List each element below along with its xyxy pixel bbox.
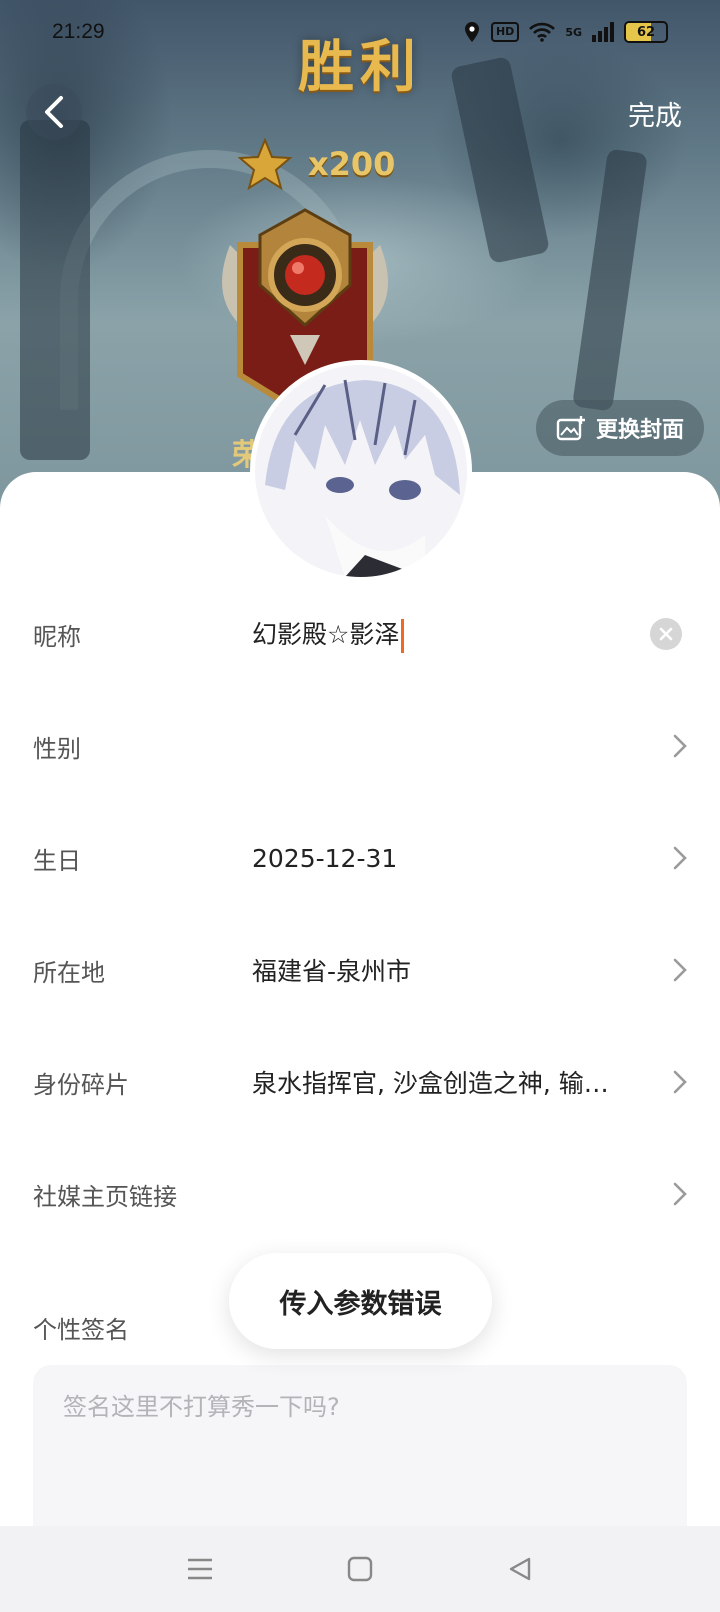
avatar[interactable] xyxy=(250,360,472,582)
tree-trunk-left xyxy=(20,120,90,460)
location-label: 所在地 xyxy=(33,958,105,987)
identity-label: 身份碎片 xyxy=(33,1070,129,1099)
gender-row[interactable]: 性别 xyxy=(0,706,720,786)
system-back-button[interactable] xyxy=(496,1545,544,1593)
done-button[interactable]: 完成 xyxy=(620,88,690,139)
star-count: x200 xyxy=(308,145,396,183)
nickname-value: 幻影殿☆影泽 xyxy=(252,620,400,649)
birthday-label: 生日 xyxy=(33,846,81,875)
location-value: 福建省-泉州市 xyxy=(252,957,412,986)
birthday-value: 2025-12-31 xyxy=(252,843,398,873)
menu-button[interactable] xyxy=(176,1545,224,1593)
battery-text: 62 xyxy=(636,24,656,40)
back-arrow-icon xyxy=(45,96,63,128)
system-nav-bar xyxy=(0,1526,720,1612)
chevron-right-icon xyxy=(673,958,687,982)
signature-placeholder: 签名这里不打算秀一下吗? xyxy=(63,1393,340,1421)
change-cover-button[interactable]: 更换封面 xyxy=(536,400,704,456)
identity-value: 泉水指挥官, 沙盒创造之神, 输… xyxy=(252,1069,609,1098)
chevron-right-icon xyxy=(673,1182,687,1206)
nickname-label: 昵称 xyxy=(33,622,81,651)
signature-label: 个性签名 xyxy=(33,1316,129,1344)
gender-label: 性别 xyxy=(33,734,81,763)
star-count-row: x200 xyxy=(238,138,395,190)
menu-icon xyxy=(188,1558,212,1580)
back-triangle-icon xyxy=(509,1557,531,1581)
clear-nickname-button[interactable] xyxy=(650,618,682,650)
nickname-input[interactable]: 幻影殿☆影泽 xyxy=(252,615,405,653)
back-button[interactable] xyxy=(26,84,82,140)
home-button[interactable] xyxy=(336,1545,384,1593)
birthday-row[interactable]: 生日 2025-12-31 xyxy=(0,818,720,898)
social-link-label: 社媒主页链接 xyxy=(33,1182,177,1211)
clear-icon xyxy=(659,627,673,641)
chevron-right-icon xyxy=(673,734,687,758)
text-cursor xyxy=(401,619,405,653)
nickname-row[interactable]: 昵称 幻影殿☆影泽 xyxy=(0,594,720,674)
avatar-image xyxy=(255,365,467,577)
chevron-right-icon xyxy=(673,846,687,870)
chevron-right-icon xyxy=(673,1070,687,1094)
identity-row[interactable]: 身份碎片 泉水指挥官, 沙盒创造之神, 输… xyxy=(0,1042,720,1122)
location-row[interactable]: 所在地 福建省-泉州市 xyxy=(0,930,720,1010)
change-cover-label: 更换封面 xyxy=(595,418,684,443)
victory-title: 胜利 xyxy=(298,35,422,100)
social-link-row[interactable]: 社媒主页链接 xyxy=(0,1154,720,1234)
home-square-icon xyxy=(347,1556,373,1582)
star-icon xyxy=(238,138,292,190)
tree-branch xyxy=(572,148,648,412)
error-toast: 传入参数错误 xyxy=(229,1253,492,1349)
image-add-icon xyxy=(556,416,585,441)
